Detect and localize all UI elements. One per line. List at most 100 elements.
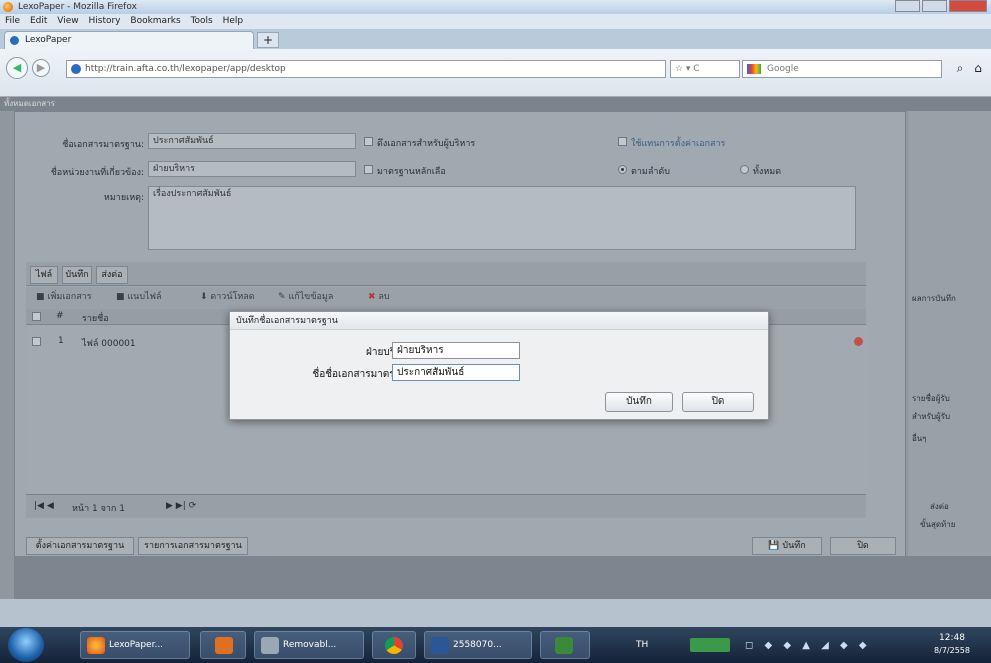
close-window-button[interactable] bbox=[948, 0, 987, 12]
remove-row-icon[interactable] bbox=[854, 337, 863, 346]
address-url: http://train.afta.co.th/lexopaper/app/de… bbox=[85, 64, 286, 74]
settings-link[interactable]: ใช้แทนการตั้งค่าเอกสาร bbox=[631, 136, 725, 150]
taskbar-app-firefox[interactable]: LexoPaper... bbox=[80, 631, 190, 659]
dialog-save-button[interactable]: บันทึก bbox=[605, 392, 673, 412]
taskbar-app-firefox-label: LexoPaper... bbox=[109, 640, 164, 650]
attach-file-button[interactable]: ■ แนบไฟล์ bbox=[116, 290, 161, 304]
detail-tabs-row bbox=[26, 262, 866, 286]
app-header-title: ทั้งหมดเอกสาร bbox=[4, 99, 55, 108]
address-bar[interactable]: http://train.afta.co.th/lexopaper/app/de… bbox=[66, 60, 666, 78]
tab-forward[interactable]: ส่งต่อ bbox=[96, 266, 128, 284]
right-label-5: ส่งต่อ bbox=[930, 502, 949, 511]
download-label: ดาวน์โหลด bbox=[210, 292, 255, 302]
browser-tab[interactable]: LexoPaper bbox=[4, 31, 254, 49]
search-placeholder: Google bbox=[767, 64, 799, 74]
radio-all[interactable] bbox=[740, 165, 749, 174]
app-header: ทั้งหมดเอกสาร bbox=[0, 97, 991, 111]
lower-background-window bbox=[14, 556, 991, 599]
search-bar[interactable]: Google bbox=[742, 60, 942, 78]
right-label-1: ผลการบันทึก bbox=[912, 294, 956, 303]
clock-date[interactable]: 8/7/2558 bbox=[926, 646, 978, 655]
maximize-button[interactable] bbox=[921, 0, 947, 12]
download-button[interactable]: ⬇ ดาวน์โหลด bbox=[200, 290, 255, 304]
battery-icon[interactable] bbox=[690, 638, 730, 652]
unit-select[interactable]: ฝ่ายบริหาร bbox=[148, 161, 356, 177]
taskbar-app-word-label: 2558070... bbox=[453, 640, 502, 650]
new-tab-button[interactable]: + bbox=[257, 32, 279, 48]
pager-first-icon[interactable]: |◀ ◀ bbox=[34, 501, 54, 511]
col-number: # bbox=[56, 311, 64, 321]
search-icon[interactable]: ⌕ bbox=[952, 59, 968, 77]
tab-record[interactable]: บันทึก bbox=[62, 266, 92, 284]
standard-doc-settings-button[interactable]: ตั้งค่าเอกสารมาตรฐาน bbox=[26, 537, 134, 555]
check-standard-label: มาตรฐานหลักเลือ bbox=[377, 167, 446, 177]
taskbar-app-network-monitor[interactable] bbox=[540, 631, 590, 659]
pager-next-icon[interactable]: ▶ ▶| ⟳ bbox=[166, 501, 196, 511]
edit-info-button[interactable]: ✎ แก้ไขข้อมูล bbox=[278, 290, 333, 304]
radio-all-label: ทั้งหมด bbox=[753, 167, 782, 177]
home-icon[interactable]: ⌂ bbox=[970, 59, 986, 77]
window-controls bbox=[895, 0, 987, 14]
menu-edit[interactable]: Edit bbox=[30, 16, 47, 26]
browser-tab-title: LexoPaper bbox=[25, 35, 72, 45]
language-indicator[interactable]: TH bbox=[636, 640, 648, 650]
doc-name-label: ชื่อเอกสารมาตรฐาน: bbox=[62, 140, 144, 150]
menu-bookmarks[interactable]: Bookmarks bbox=[130, 16, 180, 26]
minimize-button[interactable] bbox=[895, 0, 920, 12]
back-button[interactable]: ◀ bbox=[6, 57, 28, 79]
note-textarea[interactable]: เรื่องประกาศสัมพันธ์ bbox=[148, 186, 856, 250]
radio-order-label: ตามลำดับ bbox=[631, 167, 670, 177]
menu-help[interactable]: Help bbox=[223, 16, 244, 26]
tray-icons[interactable]: ◻ ◆ ◆ ▲ ◢ ◆ ◆ bbox=[745, 640, 871, 651]
right-label-4: อื่นๆ bbox=[912, 434, 927, 443]
taskbar-app-word[interactable]: 2558070... bbox=[424, 631, 532, 659]
save-standard-doc-dialog: บันทึกชื่อเอกสารมาตรฐาน ฝ่ายบริหาร: ฝ่าย… bbox=[229, 311, 769, 420]
menu-history[interactable]: History bbox=[88, 16, 120, 26]
add-document-button[interactable]: ■ เพิ่มเอกสาร bbox=[36, 290, 92, 304]
taskbar-app-removable-label: Removabl... bbox=[283, 640, 337, 650]
firefox-icon bbox=[3, 2, 13, 12]
check-exec[interactable] bbox=[364, 137, 373, 146]
start-button[interactable] bbox=[8, 628, 44, 662]
taskbar-app-media[interactable] bbox=[200, 631, 246, 659]
tab-bar: LexoPaper + bbox=[0, 29, 991, 49]
close-button[interactable]: ปิด bbox=[830, 537, 896, 555]
dept-input[interactable]: ฝ่ายบริหาร bbox=[392, 342, 520, 359]
dialog-close-button[interactable]: ปิด bbox=[682, 392, 754, 412]
forward-button[interactable]: ▶ bbox=[32, 59, 50, 77]
save-button[interactable]: 💾 บันทึก bbox=[752, 537, 822, 555]
pager-text: หน้า 1 จาก 1 bbox=[72, 504, 125, 514]
standard-doc-list-button[interactable]: รายการเอกสารมาตรฐาน bbox=[138, 537, 248, 555]
select-all-checkbox[interactable] bbox=[32, 312, 41, 321]
clock-time[interactable]: 12:48 bbox=[930, 633, 974, 643]
right-label-6: ขั้นสุดท้าย bbox=[920, 520, 956, 529]
add-document-label: เพิ่มเอกสาร bbox=[47, 292, 92, 302]
save-label: บันทึก bbox=[782, 541, 806, 551]
radio-order[interactable] bbox=[618, 165, 627, 174]
delete-button[interactable]: ✖ ลบ bbox=[368, 290, 390, 304]
check-link[interactable] bbox=[618, 137, 627, 146]
save-icon: 💾 bbox=[768, 541, 780, 551]
check-standard[interactable] bbox=[364, 165, 373, 174]
menu-view[interactable]: View bbox=[57, 16, 78, 26]
col-name: รายชื่อ bbox=[82, 314, 109, 324]
delete-label: ลบ bbox=[378, 292, 390, 302]
edit-info-label: แก้ไขข้อมูล bbox=[288, 292, 334, 302]
tab-file[interactable]: ไฟล์ bbox=[30, 266, 58, 284]
right-panel bbox=[908, 111, 991, 569]
row-checkbox[interactable] bbox=[32, 337, 41, 346]
menu-tools[interactable]: Tools bbox=[191, 16, 213, 26]
address-controls[interactable]: ☆ ▾ C bbox=[670, 60, 740, 78]
row-number: 1 bbox=[58, 336, 64, 346]
docname-input[interactable]: ประกาศสัมพันธ์ bbox=[392, 364, 520, 381]
doc-name-field[interactable]: ประกาศสัมพันธ์ bbox=[148, 133, 356, 149]
row-name: ไฟล์ 000001 bbox=[82, 339, 136, 349]
right-label-2: รายชื่อผู้รับ bbox=[912, 394, 950, 403]
menu-file[interactable]: File bbox=[5, 16, 20, 26]
chrome-icon bbox=[385, 637, 403, 654]
taskbar-app-chrome[interactable] bbox=[372, 631, 416, 659]
taskbar-app-removable[interactable]: Removabl... bbox=[254, 631, 364, 659]
firefox-icon bbox=[87, 637, 105, 654]
media-player-icon bbox=[215, 637, 233, 654]
check-exec-label: ดึงเอกสารสำหรับผู้บริหาร bbox=[377, 139, 476, 149]
